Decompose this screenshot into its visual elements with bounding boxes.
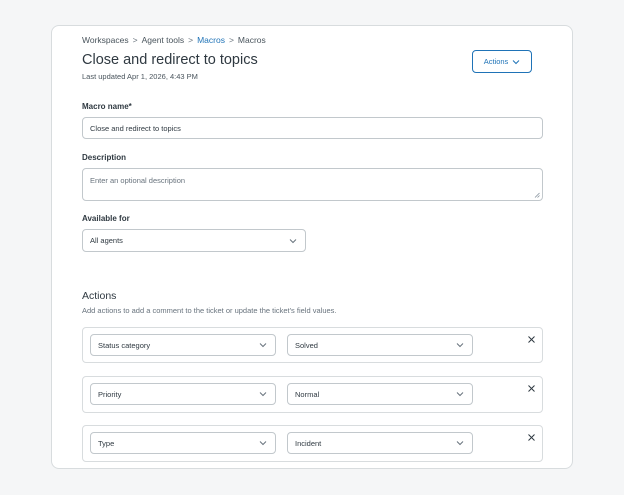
chevron-down-icon [259,343,267,348]
action-row: Priority Normal [82,376,543,413]
chevron-down-icon [456,343,464,348]
action-field-value: Status category [98,340,151,350]
breadcrumb-separator: > [188,35,194,45]
breadcrumb-separator: > [132,35,138,45]
chevron-down-icon [456,441,464,446]
actions-section-title: Actions [82,290,117,302]
action-value-text: Incident [295,438,322,448]
remove-action-icon[interactable] [527,433,536,442]
remove-action-icon[interactable] [527,335,536,344]
available-for-value: All agents [90,236,123,245]
macro-name-value: Close and redirect to topics [90,123,181,133]
actions-button[interactable]: Actions [472,50,532,73]
action-field-value: Type [98,438,115,448]
action-value-select[interactable]: Incident [287,432,473,454]
macro-name-label: Macro name* [82,102,132,111]
macro-edit-card: Workspaces > Agent tools > Macros > Macros Clo… [51,25,573,469]
chevron-down-icon [512,59,520,64]
action-row: Status category Solved [82,327,543,363]
remove-action-icon[interactable] [527,384,536,393]
description-textarea[interactable]: Enter an optional description [82,168,543,201]
actions-button-label: Actions [483,57,509,66]
action-field-value: Priority [98,389,122,399]
chevron-down-icon [259,441,267,446]
description-placeholder: Enter an optional description [90,176,186,185]
action-value-select[interactable]: Solved [287,334,473,356]
page-title: Close and redirect to topics [82,52,258,68]
breadcrumb-agent-tools[interactable]: Agent tools [142,35,185,45]
description-label: Description [82,153,127,162]
chevron-down-icon [259,392,267,397]
breadcrumb: Workspaces > Agent tools > Macros > Macros [82,35,266,45]
action-row: Type Incident [82,425,543,462]
last-updated-text: Last updated Apr 1, 2026, 4:43 PM [82,72,198,81]
action-value-text: Normal [295,389,320,399]
breadcrumb-workspaces[interactable]: Workspaces [82,35,129,45]
actions-section-description: Add actions to add a comment to the tick… [82,306,337,315]
breadcrumb-separator: > [228,35,234,45]
available-for-select[interactable]: All agents [82,229,306,252]
action-field-select[interactable]: Status category [90,334,276,356]
macro-name-input[interactable]: Close and redirect to topics [82,117,543,139]
action-field-select[interactable]: Type [90,432,276,454]
action-value-select[interactable]: Normal [287,383,473,405]
breadcrumb-macros-link[interactable]: Macros [197,35,225,45]
available-for-label: Available for [82,214,130,223]
resize-handle-icon[interactable] [534,192,540,198]
chevron-down-icon [456,392,464,397]
action-value-text: Solved [295,340,318,350]
chevron-down-icon [289,238,297,243]
action-field-select[interactable]: Priority [90,383,276,405]
breadcrumb-current: Macros [237,35,266,45]
